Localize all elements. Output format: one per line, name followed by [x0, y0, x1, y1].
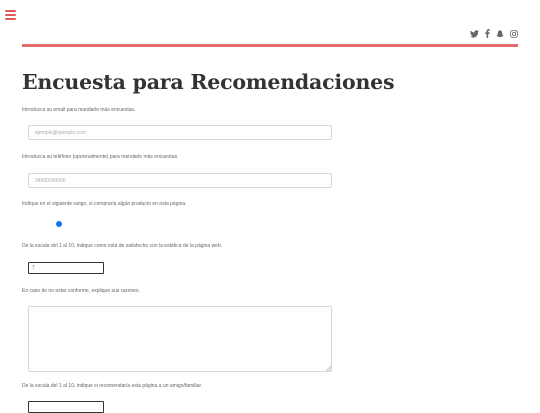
aesthetic-label: De la escala del 1 al 10, indique como e…	[22, 243, 223, 249]
phone-input[interactable]	[28, 173, 332, 188]
reasons-label: En caso de no estar conforme, explique s…	[22, 288, 140, 294]
instagram-icon-glyph	[510, 29, 518, 38]
menu-icon-line	[5, 10, 16, 12]
twitter-icon-glyph	[470, 29, 479, 38]
instagram-icon[interactable]	[510, 29, 518, 41]
menu-icon-line	[5, 14, 16, 16]
facebook-icon-glyph	[485, 29, 490, 38]
facebook-icon[interactable]	[485, 29, 490, 41]
purchase-range-slider-thumb[interactable]	[56, 221, 62, 227]
snapchat-icon-glyph	[496, 29, 504, 37]
recommend-score-input[interactable]	[28, 401, 104, 413]
range-label: Indique en el siguiente rango, si compra…	[22, 201, 187, 207]
menu-icon[interactable]	[5, 10, 16, 22]
email-label: Introduzca su email para mandarle más en…	[22, 107, 136, 113]
recommend-label: De la escala del 1 al 10, indique si rec…	[22, 383, 203, 389]
aesthetic-score-input[interactable]	[28, 262, 104, 274]
twitter-icon[interactable]	[470, 29, 479, 41]
page-title: Encuesta para Recomendaciones	[22, 70, 395, 94]
phone-label: Introduzca su teléfono (opcionalmente) p…	[22, 154, 179, 160]
header-accent-bar	[22, 44, 518, 47]
resize-grip-icon[interactable]	[326, 366, 331, 371]
reasons-textarea[interactable]	[28, 306, 332, 372]
email-input[interactable]	[28, 125, 332, 140]
menu-icon-line	[5, 18, 16, 20]
social-links	[470, 29, 518, 41]
snapchat-icon[interactable]	[496, 29, 504, 41]
